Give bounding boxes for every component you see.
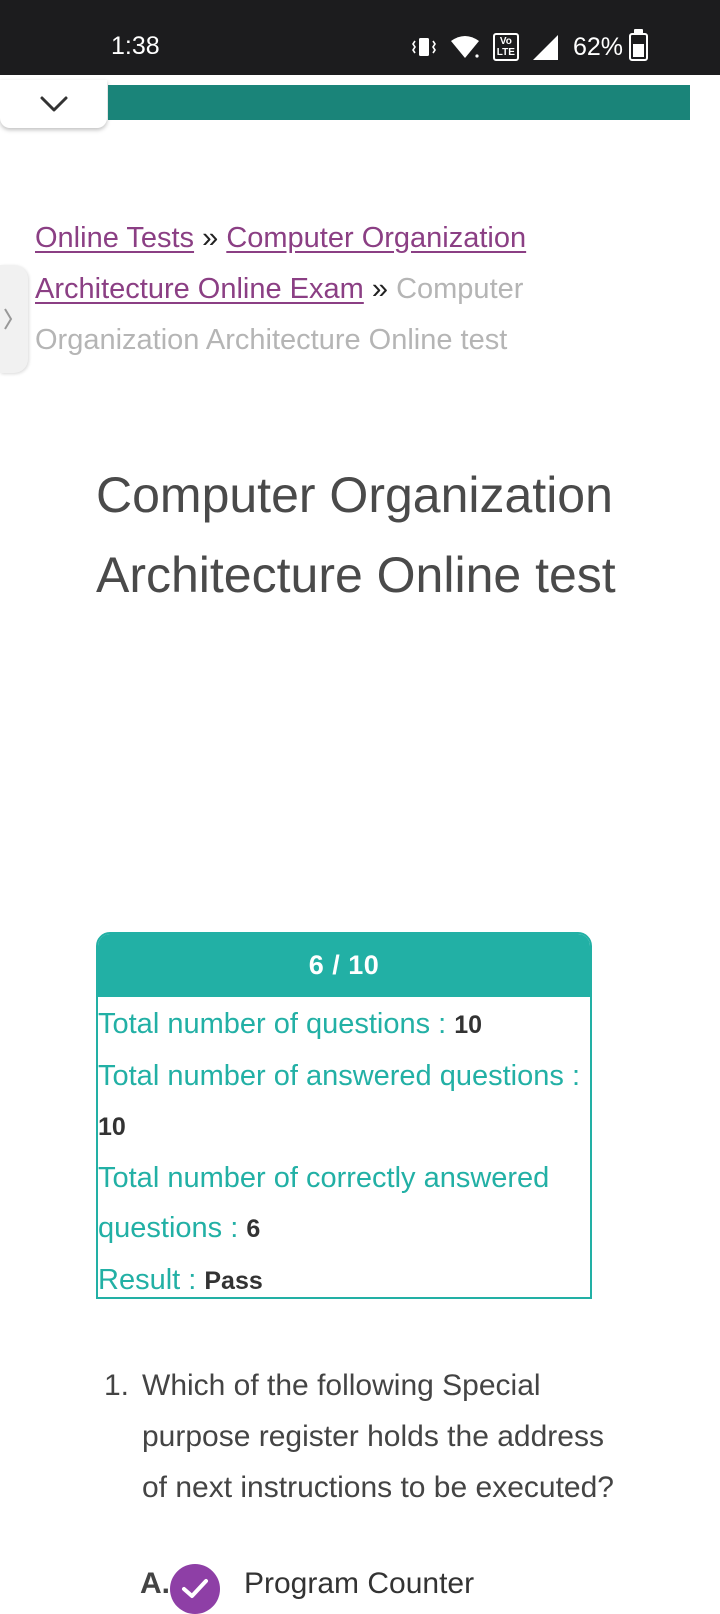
answer-option[interactable]: A. Program Counter (140, 1564, 700, 1614)
result-value: Pass (204, 1266, 263, 1295)
total-questions-value: 10 (454, 1011, 483, 1039)
collapse-toggle-button[interactable] (0, 80, 107, 128)
total-questions-row: Total number of questions : 10 (98, 999, 590, 1051)
status-icons: Vo LTE 62% (411, 29, 648, 64)
top-banner[interactable] (108, 85, 690, 120)
vibrate-icon (411, 38, 436, 56)
result-row: Result : Pass (98, 1255, 590, 1307)
option-letter: A. (140, 1567, 170, 1600)
question-text: Which of the following Special purpose r… (142, 1369, 614, 1504)
chevron-down-icon (40, 96, 67, 112)
question-item: 1. Which of the following Special purpos… (104, 1360, 624, 1513)
correct-questions-label: Total number of correctly answered quest… (98, 1161, 550, 1245)
battery-percent: 62% (572, 32, 623, 61)
battery-icon (629, 29, 648, 61)
result-label: Result : (98, 1263, 205, 1296)
answered-questions-value: 10 (98, 1113, 126, 1141)
status-bar: 1:38 Vo LTE 62% (0, 0, 720, 75)
option-text: Program Counter (244, 1567, 475, 1600)
volte-icon: Vo LTE (492, 33, 519, 61)
chevron-right-icon (4, 308, 13, 330)
side-drawer-tab[interactable] (0, 265, 28, 373)
breadcrumb: Online Tests » Computer Organization Arc… (35, 213, 595, 366)
score-header: 6 / 10 (98, 934, 590, 997)
total-questions-label: Total number of questions : (98, 1008, 455, 1040)
correct-questions-value: 6 (246, 1215, 261, 1243)
page-title: Computer Organization Architecture Onlin… (96, 467, 616, 603)
breadcrumb-separator: » (371, 273, 389, 305)
answered-questions-row: Total number of answered questions : 10 (98, 1051, 590, 1153)
signal-icon (532, 35, 558, 60)
question-number: 1. (104, 1369, 130, 1402)
answered-questions-label: Total number of answered questions : (98, 1059, 580, 1092)
correct-questions-row: Total number of correctly answered quest… (98, 1153, 590, 1255)
breadcrumb-link-online-tests[interactable]: Online Tests (35, 222, 194, 254)
status-time: 1:38 (111, 32, 160, 60)
breadcrumb-separator: » (202, 222, 219, 254)
check-icon (170, 1564, 220, 1614)
wifi-icon (450, 36, 479, 58)
result-summary-box: 6 / 10 Total number of questions : 10 To… (96, 932, 592, 1299)
result-body: Total number of questions : 10 Total num… (98, 997, 590, 1306)
